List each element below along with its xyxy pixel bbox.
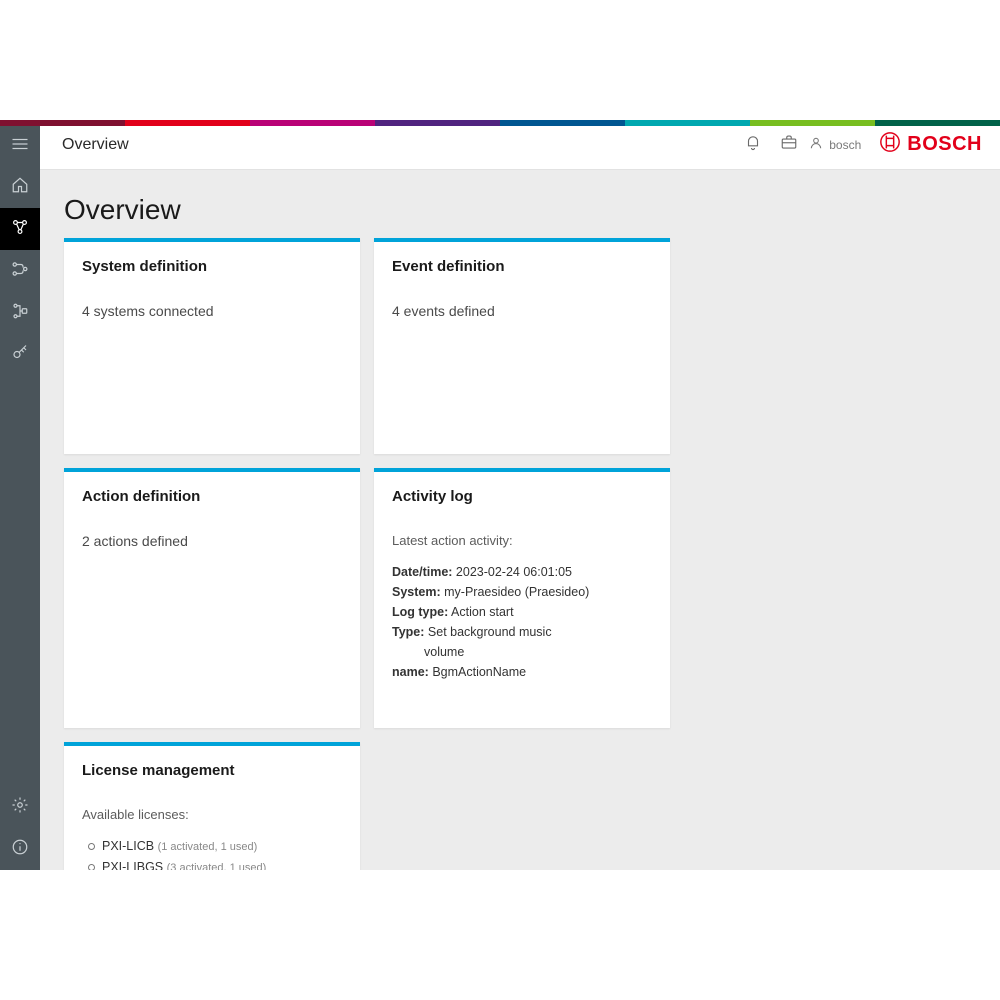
activity-details: Date/time: 2023-02-24 06:01:05 System: m… [392, 562, 652, 682]
brand-logo-text: BOSCH [907, 133, 982, 156]
card-action-definition[interactable]: Action definition 2 actions defined [64, 468, 360, 728]
field-value: Action start [451, 605, 514, 619]
person-icon [809, 136, 823, 153]
sidebar-item-actions[interactable] [0, 292, 40, 334]
projects-button[interactable] [773, 129, 805, 161]
card-subhead: Latest action activity: [392, 533, 652, 548]
field-value: 2023-02-24 06:01:05 [456, 565, 572, 579]
license-name: PXI-LIBGS [102, 860, 163, 870]
card-title: Action definition [82, 488, 342, 505]
card-title: License management [82, 762, 342, 779]
card-title: Activity log [392, 488, 652, 505]
menu-icon [11, 137, 29, 156]
sidebar-item-overview[interactable] [0, 208, 40, 250]
sidebar-item-licenses[interactable] [0, 334, 40, 376]
card-subhead: Available licenses: [82, 807, 342, 822]
sidebar-item-menu[interactable] [0, 126, 40, 166]
card-summary: 2 actions defined [82, 533, 342, 549]
field-value-cont: volume [392, 642, 652, 662]
field-value: my-Praesideo (Praesideo) [444, 585, 589, 599]
sidebar-item-home[interactable] [0, 166, 40, 208]
sidebar [0, 120, 40, 870]
brand-color-stripe [0, 120, 1000, 126]
card-event-definition[interactable]: Event definition 4 events defined [374, 238, 670, 454]
user-name: bosch [829, 138, 861, 152]
license-meta: (1 activated, 1 used) [158, 841, 258, 853]
license-list: PXI-LICB (1 activated, 1 used) PXI-LIBGS… [82, 836, 342, 870]
field-label: System: [392, 585, 441, 599]
license-item: PXI-LICB (1 activated, 1 used) [86, 836, 342, 857]
routing-icon [11, 302, 29, 325]
sidebar-item-info[interactable] [0, 828, 40, 870]
page-title: Overview [64, 194, 976, 226]
field-value: BgmActionName [432, 665, 526, 679]
card-system-definition[interactable]: System definition 4 systems connected [64, 238, 360, 454]
license-meta: (3 activated, 1 used) [167, 862, 267, 870]
bell-icon [744, 133, 762, 156]
card-summary: 4 events defined [392, 303, 652, 319]
card-title: Event definition [392, 258, 652, 275]
user-menu[interactable]: bosch [809, 136, 861, 153]
flow-icon [11, 260, 29, 283]
field-label: name: [392, 665, 429, 679]
license-name: PXI-LICB [102, 839, 154, 853]
field-label: Type: [392, 625, 424, 639]
card-title: System definition [82, 258, 342, 275]
bosch-glyph-icon [879, 131, 901, 159]
briefcase-icon [780, 133, 798, 156]
card-activity-log[interactable]: Activity log Latest action activity: Dat… [374, 468, 670, 728]
field-label: Date/time: [392, 565, 452, 579]
cards-grid: System definition 4 systems connected Ev… [64, 238, 976, 870]
topbar: Overview bosch [40, 120, 1000, 170]
brand-logo: BOSCH [879, 131, 982, 159]
field-label: Log type: [392, 605, 448, 619]
info-icon [11, 838, 29, 861]
notifications-button[interactable] [737, 129, 769, 161]
breadcrumb: Overview [62, 136, 129, 154]
field-value: Set background music [428, 625, 552, 639]
card-license-management[interactable]: License management Available licenses: P… [64, 742, 360, 870]
sidebar-item-events[interactable] [0, 250, 40, 292]
license-item: PXI-LIBGS (3 activated, 1 used) [86, 857, 342, 870]
nodes-icon [11, 218, 29, 241]
card-summary: 4 systems connected [82, 303, 342, 319]
gear-icon [11, 796, 29, 819]
content-area: Overview System definition 4 systems con… [40, 170, 1000, 870]
key-icon [11, 344, 29, 367]
home-icon [11, 176, 29, 199]
sidebar-item-settings[interactable] [0, 786, 40, 828]
